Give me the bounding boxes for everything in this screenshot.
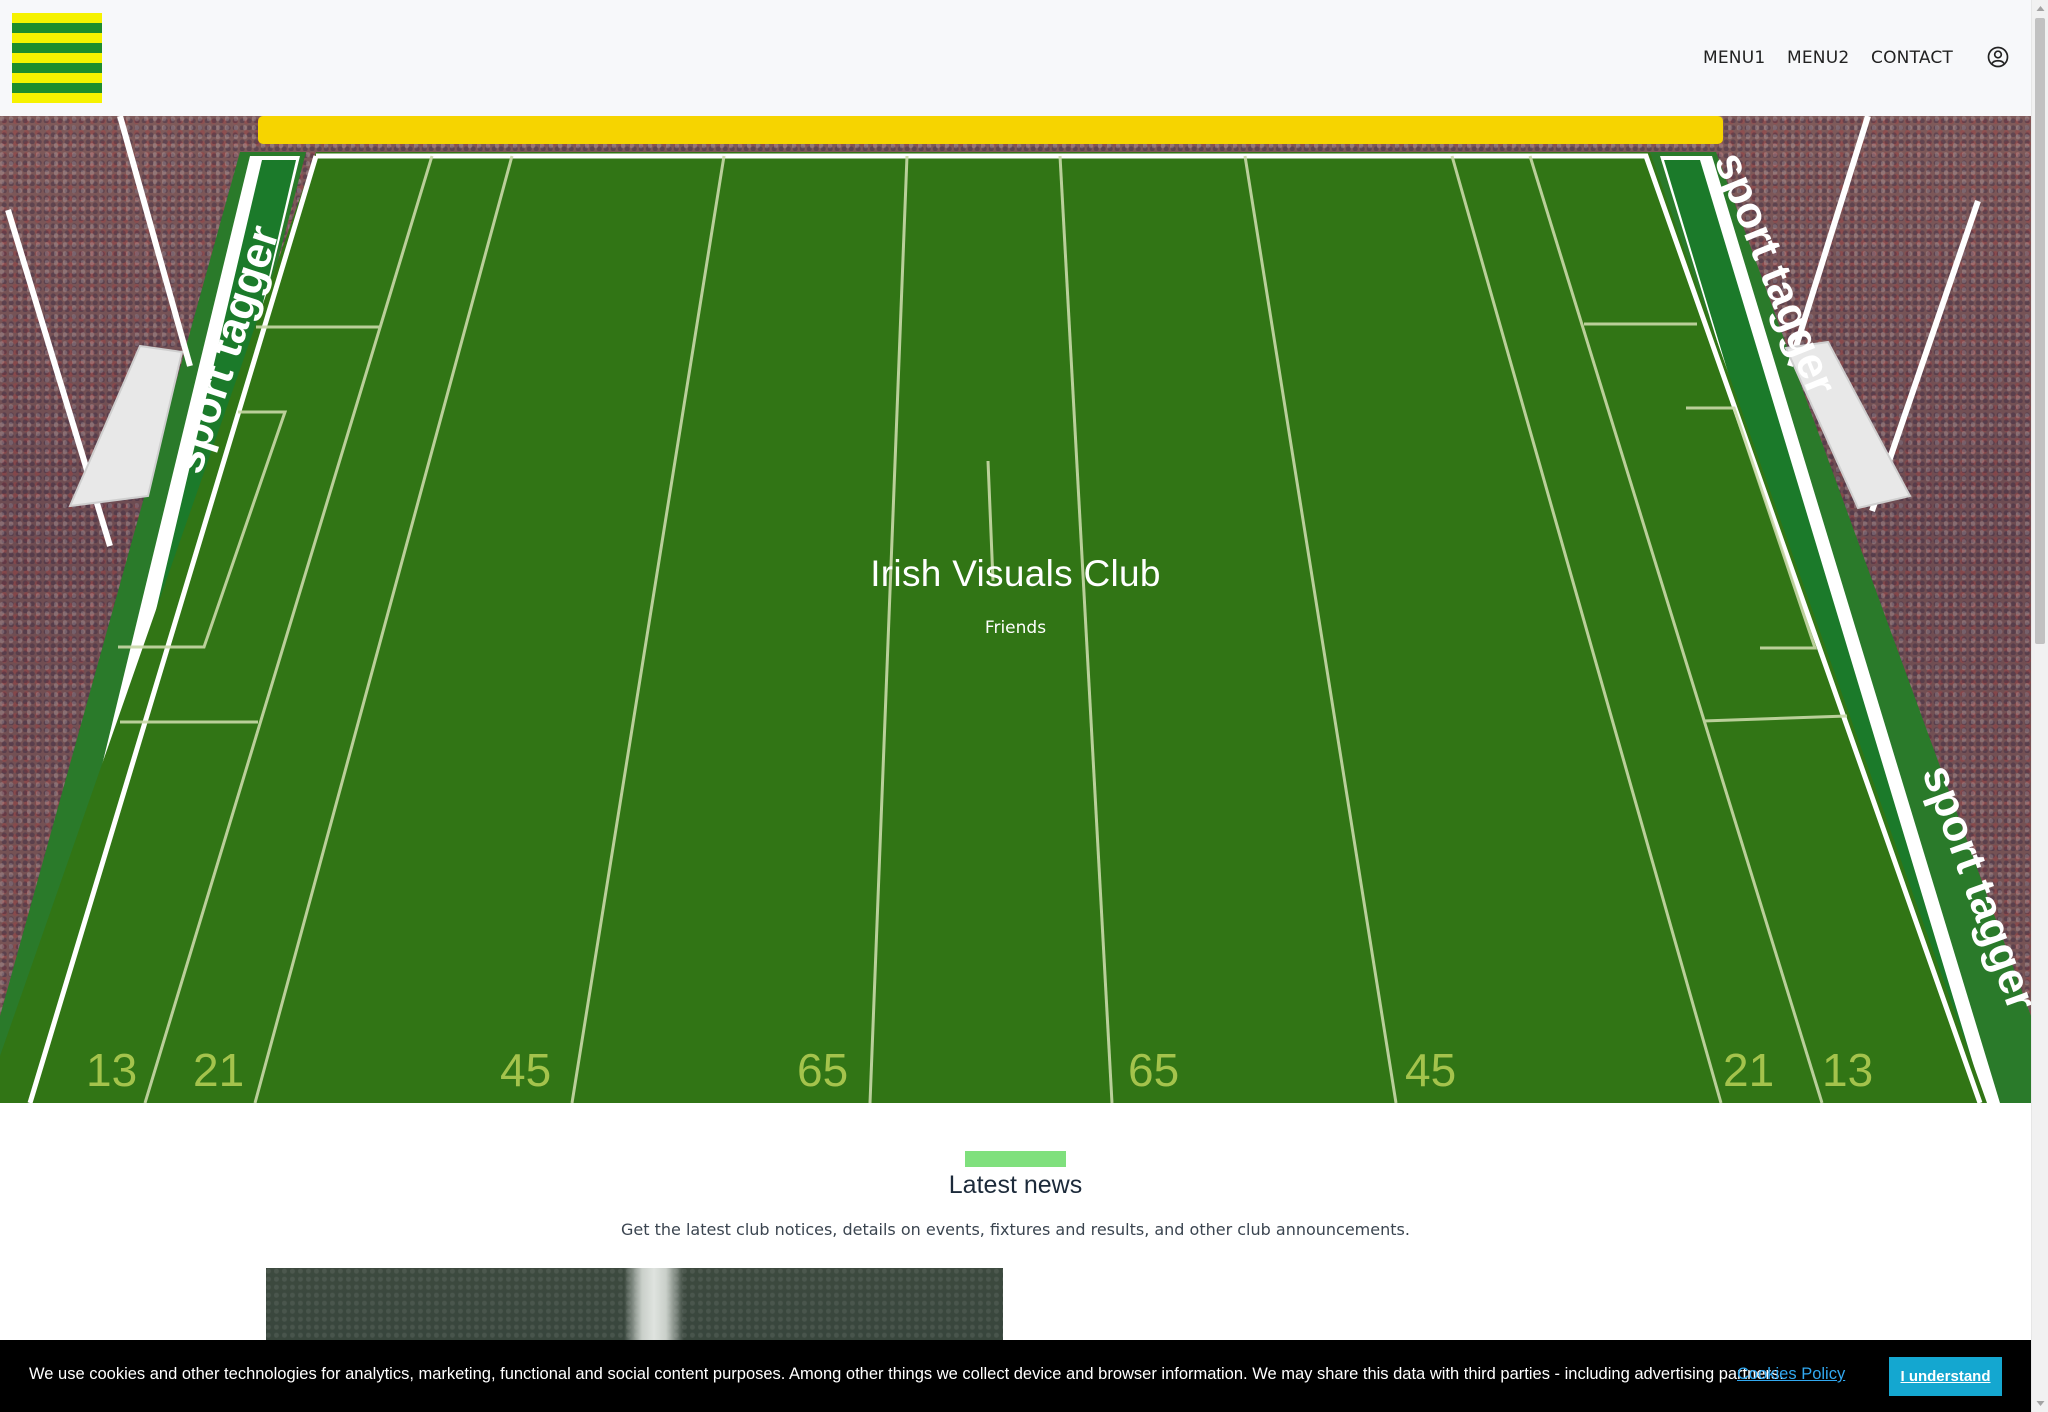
nav-menu2[interactable]: MENU2 [1787, 48, 1849, 68]
section-accent-bar [965, 1151, 1066, 1167]
pitch-marking-number: 65 [1128, 1044, 1179, 1096]
club-logo[interactable] [12, 13, 102, 103]
logo-stripe [12, 23, 102, 33]
logo-stripe [12, 83, 102, 93]
logo-stripe [12, 33, 102, 43]
scroll-up-arrow-icon[interactable] [2032, 0, 2048, 17]
pitch-marking-number: 65 [797, 1044, 848, 1096]
nav-menu1[interactable]: MENU1 [1703, 48, 1765, 68]
site-header: MENU1 MENU2 CONTACT [0, 0, 2031, 116]
cookie-banner: We use cookies and other technologies fo… [0, 1340, 2031, 1412]
page-scrollbar[interactable] [2031, 0, 2048, 1412]
user-circle-icon[interactable] [1987, 46, 2009, 68]
latest-news-title: Latest news [948, 1171, 1083, 1199]
pitch-marking-number: 21 [193, 1044, 244, 1096]
logo-stripe [12, 73, 102, 83]
pitch-illustration: 13 21 45 65 65 45 21 13 sport tagger sport tagg… [0, 116, 2031, 1103]
hero-title: Irish Visuals Club [870, 553, 1161, 594]
logo-stripe [12, 43, 102, 53]
pitch-marking-number: 13 [1822, 1044, 1873, 1096]
scroll-down-arrow-icon[interactable] [2032, 1395, 2048, 1412]
logo-stripe [12, 53, 102, 63]
pitch-marking-number: 45 [500, 1044, 551, 1096]
logo-stripe [12, 93, 102, 103]
cookie-message: We use cookies and other technologies fo… [29, 1365, 1784, 1383]
pitch-marking-number: 21 [1723, 1044, 1774, 1096]
latest-news-description: Get the latest club notices, details on … [621, 1220, 1410, 1239]
hero-subtitle: Friends [984, 618, 1047, 638]
scrollbar-thumb[interactable] [2035, 18, 2045, 644]
accept-cookies-button[interactable]: I understand [1889, 1357, 2002, 1396]
cookies-policy-link[interactable]: Cookies Policy [1737, 1365, 1845, 1384]
logo-stripe [12, 13, 102, 23]
nav-contact[interactable]: CONTACT [1871, 48, 1953, 68]
pitch-marking-number: 45 [1405, 1044, 1456, 1096]
logo-stripe [12, 63, 102, 73]
pitch-marking-number: 13 [86, 1044, 137, 1096]
crossbar [258, 116, 1723, 144]
hero-banner: 13 21 45 65 65 45 21 13 sport tagger sport tagg… [0, 116, 2031, 1103]
